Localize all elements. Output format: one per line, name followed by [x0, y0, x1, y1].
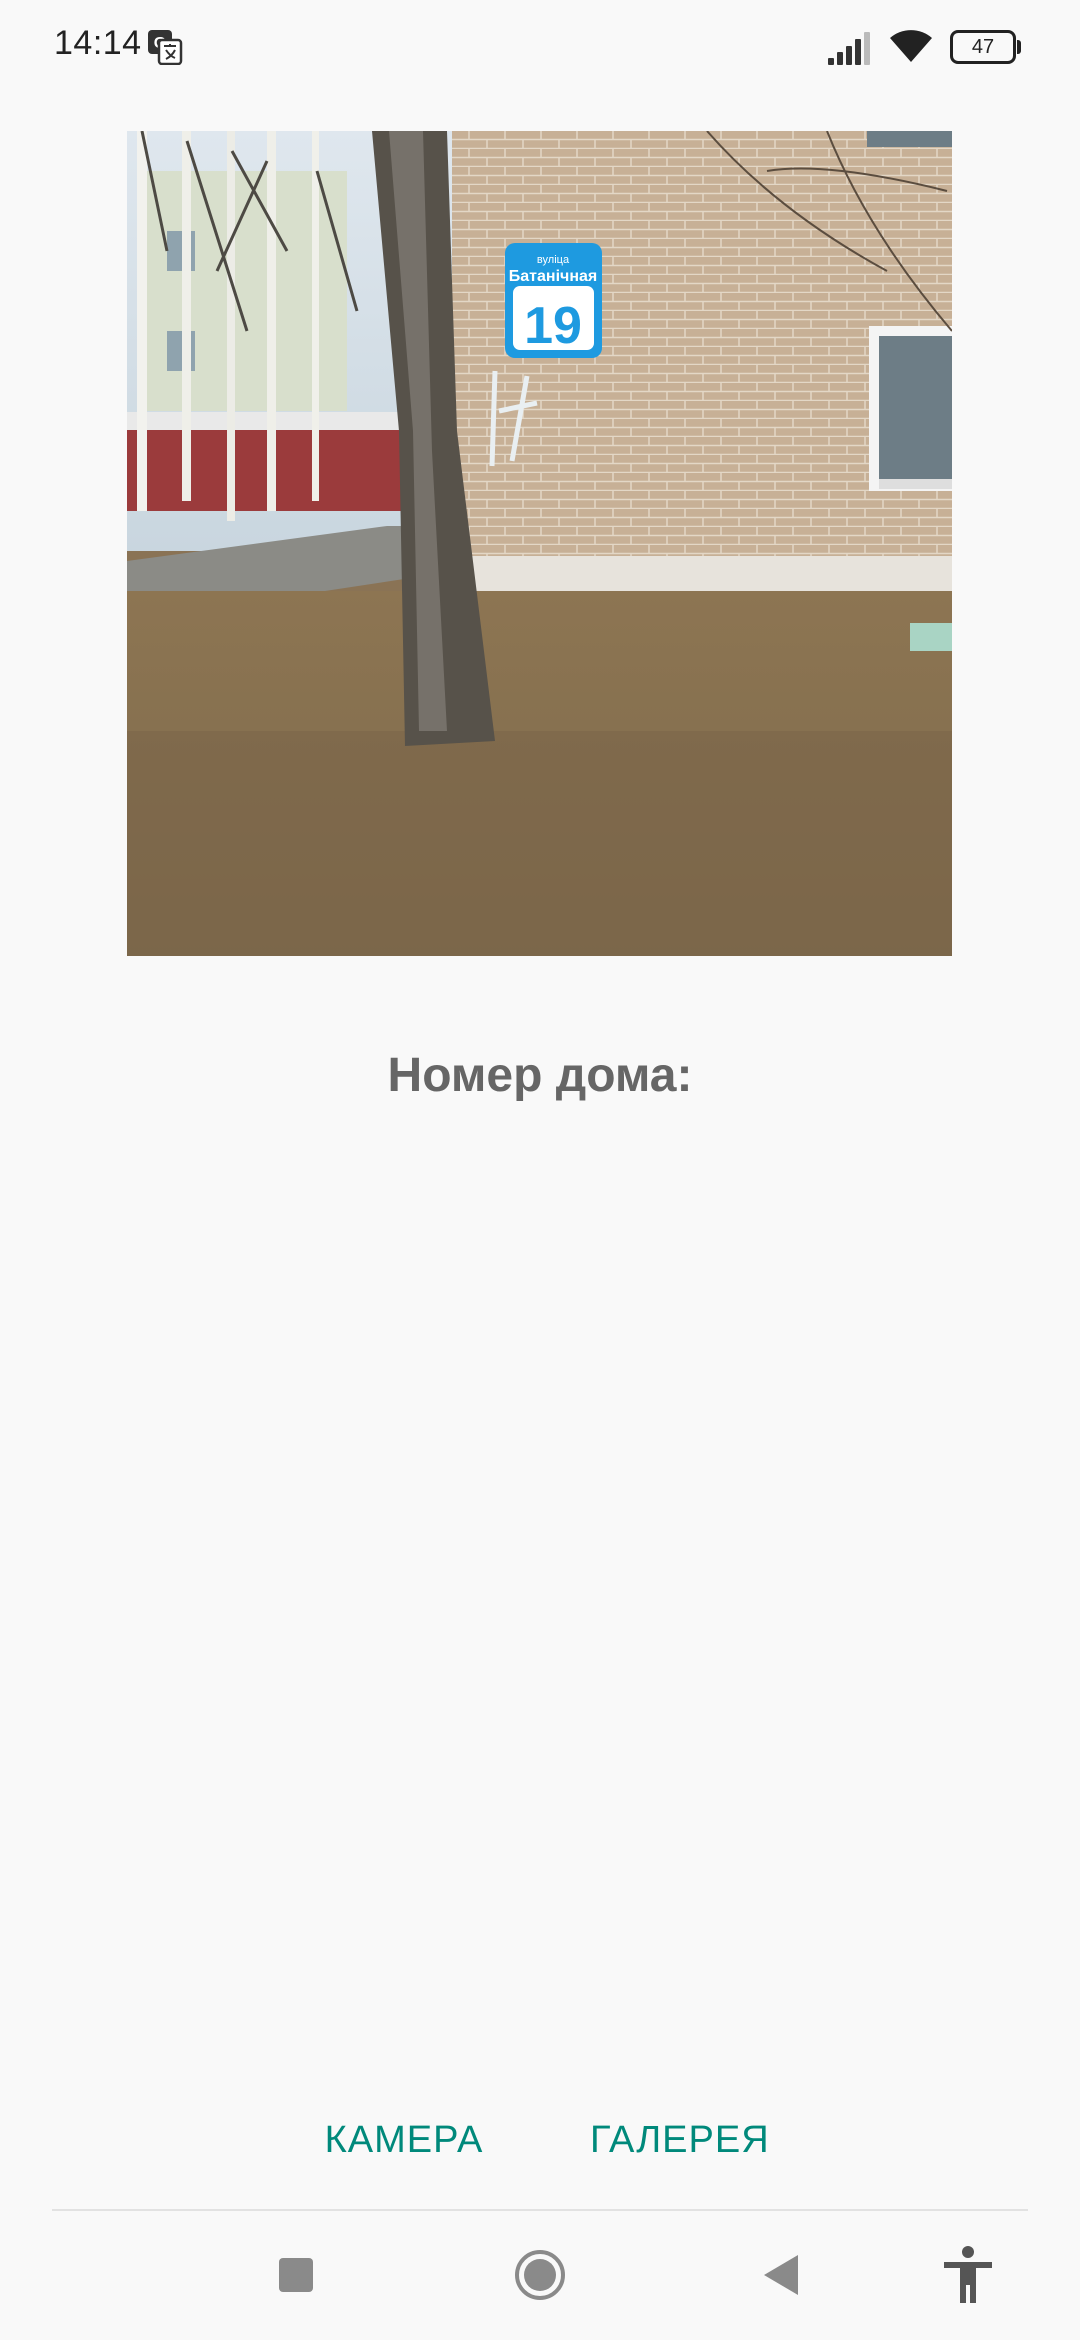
status-time: 14:14	[54, 24, 142, 62]
back-button[interactable]	[752, 2245, 812, 2305]
house-photo-illustration: вуліца Батанічная 19	[127, 131, 952, 956]
recents-button[interactable]	[266, 2245, 326, 2305]
status-bar: 14:14 G 47	[0, 0, 1080, 96]
camera-button[interactable]: КАМЕРА	[324, 2110, 484, 2170]
sign-street-name: Батанічная	[509, 268, 597, 285]
accessibility-button[interactable]	[938, 2245, 998, 2305]
home-icon	[515, 2250, 565, 2300]
sign-house-number: 19	[524, 297, 582, 355]
battery-tip	[1017, 40, 1021, 54]
translate-icon: G	[148, 30, 183, 65]
house-number-label: Номер дома:	[387, 1049, 693, 1102]
back-icon	[764, 2255, 798, 2295]
wifi-icon	[890, 30, 932, 62]
app-screen: 14:14 G 47	[0, 0, 1080, 2340]
house-photo: вуліца Батанічная 19	[127, 131, 952, 956]
gallery-button[interactable]: ГАЛЕРЕЯ	[590, 2110, 769, 2170]
home-button[interactable]	[510, 2245, 570, 2305]
accessibility-icon	[944, 2246, 992, 2303]
sign-street-label: вуліца	[537, 254, 570, 266]
recents-icon	[279, 2258, 313, 2292]
battery-icon: 47	[950, 30, 1021, 64]
signal-icon	[828, 32, 870, 65]
battery-level: 47	[950, 30, 1016, 64]
